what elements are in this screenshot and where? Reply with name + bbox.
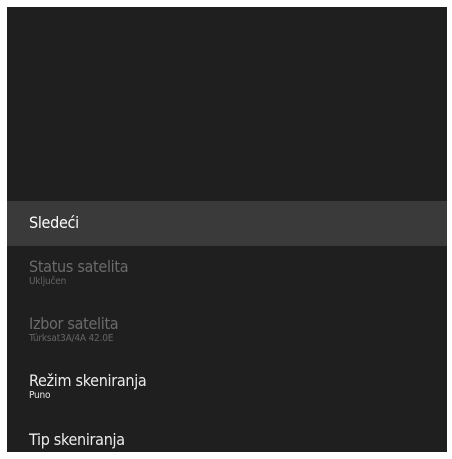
scan-mode-value: Puno (29, 390, 51, 401)
satellite-selection-value: Türksat3A/4A 42.0E (29, 333, 114, 344)
menu-item-next[interactable]: Sledeći (7, 201, 447, 246)
tv-settings-panel: Sledeći Status satelita Uključen Izbor s… (7, 7, 447, 452)
scan-type-label: Tip skeniranja (29, 430, 125, 449)
menu-item-scan-type[interactable]: Tip skeniranja (7, 417, 447, 452)
menu-item-satellite-selection[interactable]: Izbor satelita Türksat3A/4A 42.0E (7, 303, 447, 360)
satellite-status-label: Status satelita (29, 257, 129, 276)
scan-mode-label: Režim skeniranja (29, 371, 147, 390)
satellite-selection-label: Izbor satelita (29, 314, 119, 333)
menu-item-satellite-status[interactable]: Status satelita Uključen (7, 246, 447, 303)
menu-item-scan-mode[interactable]: Režim skeniranja Puno (7, 360, 447, 417)
satellite-status-value: Uključen (29, 276, 67, 287)
scan-settings-menu: Sledeći Status satelita Uključen Izbor s… (7, 201, 447, 452)
menu-item-next-label: Sledeći (29, 213, 79, 232)
